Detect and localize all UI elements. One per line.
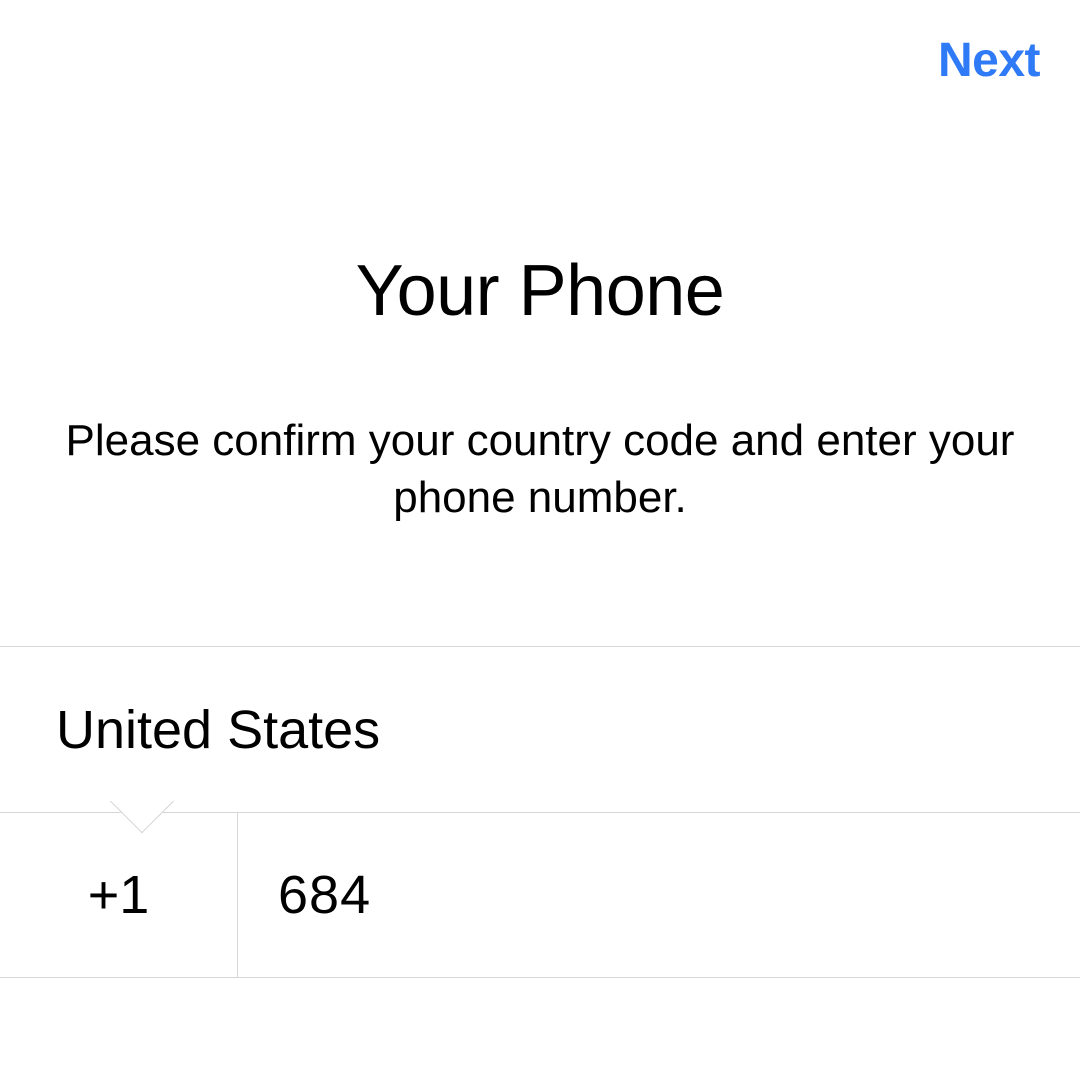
next-button[interactable]: Next bbox=[938, 33, 1040, 88]
title-block: Your Phone Please confirm your country c… bbox=[0, 250, 1080, 526]
page-subtitle: Please confirm your country code and ent… bbox=[60, 412, 1020, 526]
dial-code[interactable]: +1 bbox=[0, 813, 238, 977]
phone-row: +1 bbox=[0, 812, 1080, 978]
page-title: Your Phone bbox=[60, 250, 1020, 332]
phone-number-input[interactable] bbox=[238, 813, 1080, 977]
country-selector[interactable]: United States bbox=[0, 646, 1080, 812]
top-bar: Next bbox=[0, 0, 1080, 100]
country-name-label: United States bbox=[56, 699, 380, 761]
phone-form: United States +1 bbox=[0, 646, 1080, 978]
